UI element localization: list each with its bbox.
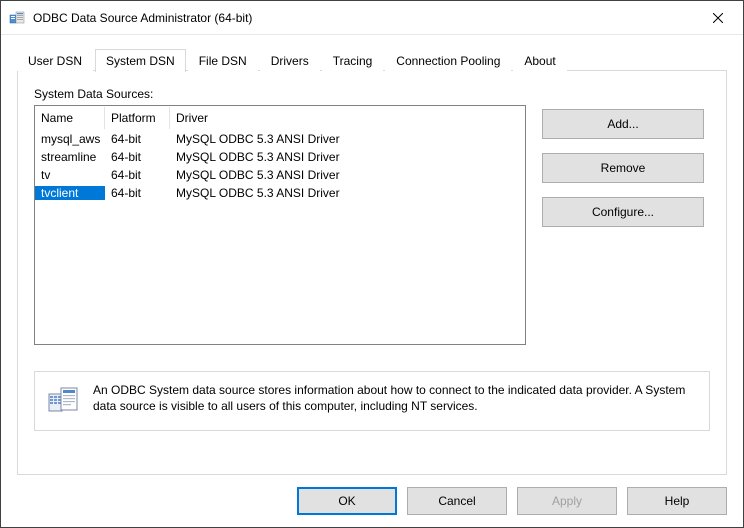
col-driver[interactable]: Driver bbox=[170, 107, 525, 129]
col-name[interactable]: Name bbox=[35, 107, 105, 129]
content: User DSN System DSN File DSN Drivers Tra… bbox=[1, 35, 743, 475]
action-buttons: Add... Remove Configure... bbox=[542, 105, 704, 227]
row-platform: 64-bit bbox=[105, 150, 170, 164]
row-driver: MySQL ODBC 5.3 ANSI Driver bbox=[170, 150, 525, 164]
ok-button[interactable]: OK bbox=[297, 487, 397, 515]
tab-system-dsn[interactable]: System DSN bbox=[95, 49, 186, 72]
col-platform[interactable]: Platform bbox=[105, 107, 170, 129]
help-button[interactable]: Help bbox=[627, 487, 727, 515]
titlebar-title: ODBC Data Source Administrator (64-bit) bbox=[33, 11, 252, 25]
titlebar: ODBC Data Source Administrator (64-bit) bbox=[1, 1, 743, 35]
listview-row[interactable]: tv 64-bit MySQL ODBC 5.3 ANSI Driver bbox=[35, 166, 525, 184]
row-platform: 64-bit bbox=[105, 132, 170, 146]
row-driver: MySQL ODBC 5.3 ANSI Driver bbox=[170, 168, 525, 182]
row-platform: 64-bit bbox=[105, 186, 170, 200]
tab-connection-pooling[interactable]: Connection Pooling bbox=[385, 50, 511, 71]
remove-button[interactable]: Remove bbox=[542, 153, 704, 183]
cancel-button[interactable]: Cancel bbox=[407, 487, 507, 515]
listview-row-selected[interactable]: tvclient 64-bit MySQL ODBC 5.3 ANSI Driv… bbox=[35, 184, 525, 202]
close-button[interactable] bbox=[695, 3, 741, 33]
listview-row[interactable]: mysql_aws 64-bit MySQL ODBC 5.3 ANSI Dri… bbox=[35, 130, 525, 148]
data-sources-listview[interactable]: Name Platform Driver mysql_aws 64-bit My… bbox=[34, 105, 526, 345]
listview-row[interactable]: streamline 64-bit MySQL ODBC 5.3 ANSI Dr… bbox=[35, 148, 525, 166]
listview-header: Name Platform Driver bbox=[35, 106, 525, 130]
listview-body: mysql_aws 64-bit MySQL ODBC 5.3 ANSI Dri… bbox=[35, 130, 525, 202]
data-sources-label: System Data Sources: bbox=[34, 87, 710, 101]
row-name: streamline bbox=[35, 150, 105, 164]
tab-user-dsn[interactable]: User DSN bbox=[17, 50, 93, 71]
tab-file-dsn[interactable]: File DSN bbox=[188, 50, 258, 71]
odbc-admin-window: ODBC Data Source Administrator (64-bit) … bbox=[0, 0, 744, 528]
app-icon bbox=[9, 10, 25, 26]
footer: OK Cancel Apply Help bbox=[1, 475, 743, 527]
apply-button: Apply bbox=[517, 487, 617, 515]
info-box: An ODBC System data source stores inform… bbox=[34, 371, 710, 431]
tabstrip: User DSN System DSN File DSN Drivers Tra… bbox=[17, 49, 727, 71]
row-driver: MySQL ODBC 5.3 ANSI Driver bbox=[170, 132, 525, 146]
row-name: tv bbox=[35, 168, 105, 182]
info-text: An ODBC System data source stores inform… bbox=[93, 382, 697, 414]
tab-drivers[interactable]: Drivers bbox=[260, 50, 320, 71]
tab-tracing[interactable]: Tracing bbox=[322, 50, 384, 71]
row-name: tvclient bbox=[35, 186, 105, 200]
row-platform: 64-bit bbox=[105, 168, 170, 182]
add-button[interactable]: Add... bbox=[542, 109, 704, 139]
tab-panel: System Data Sources: Name Platform Drive… bbox=[17, 71, 727, 475]
row-name: mysql_aws bbox=[35, 132, 105, 146]
configure-button[interactable]: Configure... bbox=[542, 197, 704, 227]
row-driver: MySQL ODBC 5.3 ANSI Driver bbox=[170, 186, 525, 200]
close-icon bbox=[713, 13, 723, 23]
tab-about[interactable]: About bbox=[513, 50, 566, 71]
datasource-icon bbox=[47, 384, 79, 416]
